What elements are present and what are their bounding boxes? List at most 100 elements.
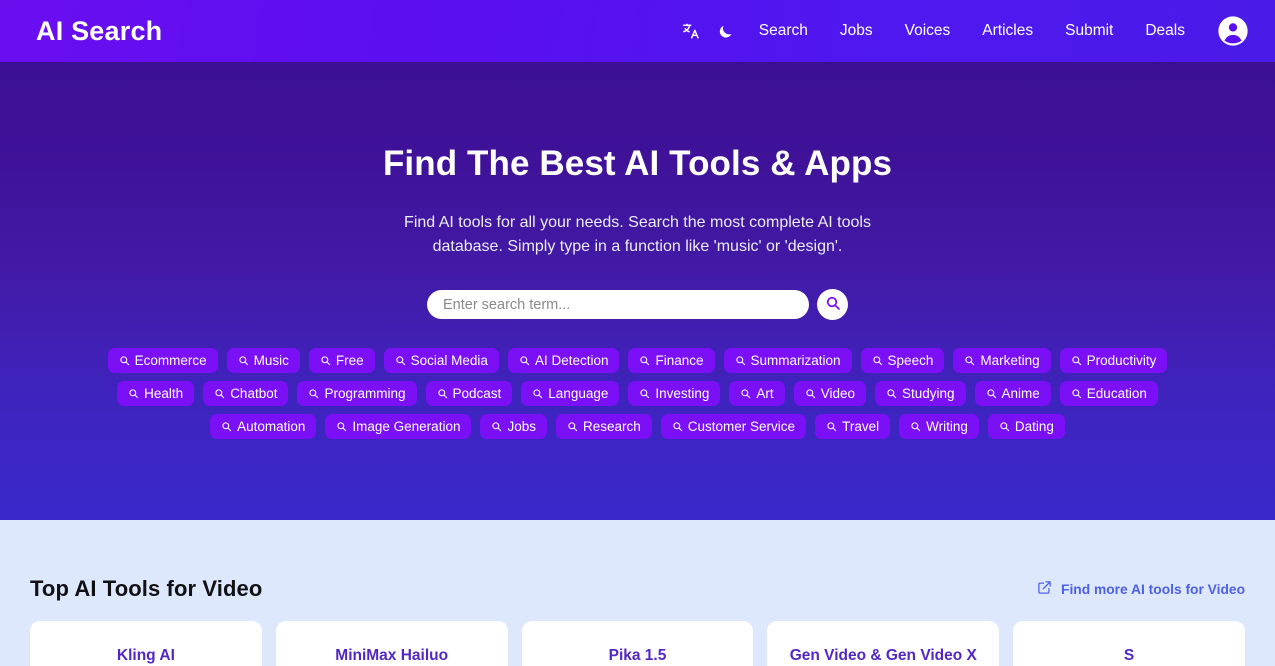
- category-tag-travel[interactable]: Travel: [815, 414, 891, 439]
- category-tag-ecommerce[interactable]: Ecommerce: [107, 348, 218, 373]
- category-tag-research[interactable]: Research: [556, 414, 652, 439]
- tool-card[interactable]: MiniMax Hailuo: [275, 621, 508, 666]
- category-tag-label: Education: [1086, 386, 1147, 401]
- category-tag-dating[interactable]: Dating: [987, 414, 1065, 439]
- category-tag-podcast[interactable]: Podcast: [425, 381, 513, 406]
- tool-card[interactable]: Kling AI: [30, 621, 262, 666]
- hero-subtitle: Find AI tools for all your needs. Search…: [404, 214, 871, 255]
- translate-icon[interactable]: [675, 14, 709, 48]
- account-circle-icon[interactable]: [1217, 15, 1249, 47]
- search-icon: [567, 421, 578, 432]
- category-tag-image-generation[interactable]: Image Generation: [325, 414, 472, 439]
- category-tag-music[interactable]: Music: [226, 348, 300, 373]
- top-tools-section: Top AI Tools for Video Find more AI tool…: [0, 520, 1275, 666]
- tool-card[interactable]: S: [1013, 621, 1245, 666]
- external-link-icon: [1037, 580, 1052, 598]
- section-header: Top AI Tools for Video Find more AI tool…: [30, 520, 1245, 602]
- category-tag-health[interactable]: Health: [117, 381, 195, 406]
- category-tag-studying[interactable]: Studying: [874, 381, 966, 406]
- search-icon: [825, 295, 841, 314]
- search-icon: [964, 355, 975, 366]
- search-icon: [1071, 388, 1082, 399]
- category-tag-customer-service[interactable]: Customer Service: [660, 414, 807, 439]
- category-tag-education[interactable]: Education: [1059, 381, 1158, 406]
- category-tag-jobs[interactable]: Jobs: [480, 414, 547, 439]
- category-tag-label: Writing: [926, 419, 968, 434]
- category-tag-video[interactable]: Video: [793, 381, 866, 406]
- category-tag-label: Anime: [1001, 386, 1040, 401]
- tool-card-title: S: [1123, 647, 1135, 664]
- category-tag-label: Travel: [842, 419, 880, 434]
- find-more-tools-link[interactable]: Find more AI tools for Video: [1037, 580, 1245, 598]
- search-icon: [336, 421, 347, 432]
- search-icon: [872, 355, 883, 366]
- category-tag-social-media[interactable]: Social Media: [383, 348, 499, 373]
- tool-card[interactable]: Pika 1.5: [521, 621, 754, 666]
- category-tag-label: Music: [253, 353, 289, 368]
- tool-card[interactable]: Gen Video & Gen Video X: [767, 621, 1000, 666]
- category-tag-label: Video: [820, 386, 855, 401]
- tool-card-title: Pika 1.5: [608, 647, 667, 664]
- search-icon: [320, 355, 331, 366]
- search-icon: [1071, 355, 1082, 366]
- category-tag-investing[interactable]: Investing: [628, 381, 721, 406]
- search-icon: [639, 355, 650, 366]
- hero-section: Find The Best AI Tools & Apps Find AI to…: [0, 62, 1275, 520]
- category-tag-writing[interactable]: Writing: [899, 414, 979, 439]
- category-tag-label: Jobs: [507, 419, 536, 434]
- category-tag-finance[interactable]: Finance: [628, 348, 715, 373]
- category-tag-row-3: Automation Image Generation Jobs Research Cu…: [210, 414, 1065, 439]
- nav-links-group: Search Jobs Voices Articles Submit Deals: [675, 14, 1249, 48]
- search-bar: [427, 289, 848, 320]
- site-logo[interactable]: AI Search: [36, 16, 162, 47]
- category-tag-marketing[interactable]: Marketing: [953, 348, 1051, 373]
- nav-link-submit[interactable]: Submit: [1049, 16, 1129, 46]
- category-tag-label: Programming: [324, 386, 406, 401]
- category-tag-chatbot[interactable]: Chatbot: [203, 381, 289, 406]
- search-icon: [221, 421, 232, 432]
- category-tag-ai-detection[interactable]: AI Detection: [507, 348, 620, 373]
- category-tag-label: Health: [144, 386, 184, 401]
- nav-link-voices[interactable]: Voices: [889, 16, 967, 46]
- search-icon: [735, 355, 746, 366]
- nav-link-articles[interactable]: Articles: [966, 16, 1049, 46]
- category-tag-label: Investing: [655, 386, 710, 401]
- section-title: Top AI Tools for Video: [30, 576, 263, 601]
- nav-link-search[interactable]: Search: [743, 16, 824, 46]
- category-tag-summarization[interactable]: Summarization: [723, 348, 852, 373]
- category-tag-label: Podcast: [452, 386, 502, 401]
- category-tag-free[interactable]: Free: [308, 348, 375, 373]
- search-icon: [238, 355, 249, 366]
- moon-icon[interactable]: [709, 14, 743, 48]
- nav-link-jobs[interactable]: Jobs: [824, 16, 889, 46]
- category-tag-label: Research: [583, 419, 641, 434]
- search-icon: [128, 388, 139, 399]
- category-tag-label: Free: [335, 353, 364, 368]
- category-tag-automation[interactable]: Automation: [210, 414, 317, 439]
- search-icon: [910, 421, 921, 432]
- search-icon: [491, 421, 502, 432]
- category-tag-label: Dating: [1014, 419, 1054, 434]
- search-input[interactable]: [427, 290, 809, 319]
- tool-card-title: Kling AI: [116, 647, 175, 664]
- search-icon: [119, 355, 130, 366]
- search-icon: [214, 388, 225, 399]
- category-tag-programming[interactable]: Programming: [297, 381, 417, 406]
- search-icon: [519, 355, 530, 366]
- category-tag-label: Language: [548, 386, 609, 401]
- category-tag-label: Ecommerce: [134, 353, 207, 368]
- category-tag-language[interactable]: Language: [521, 381, 620, 406]
- find-more-tools-label: Find more AI tools for Video: [1061, 581, 1245, 597]
- nav-link-deals[interactable]: Deals: [1129, 16, 1201, 46]
- tool-card-title: MiniMax Hailuo: [335, 647, 449, 664]
- search-icon: [532, 388, 543, 399]
- category-tag-anime[interactable]: Anime: [974, 381, 1051, 406]
- category-tag-speech[interactable]: Speech: [860, 348, 945, 373]
- category-tag-productivity[interactable]: Productivity: [1059, 348, 1168, 373]
- category-tag-row-1: Ecommerce Music Free Social Media AI Detecti…: [107, 348, 1168, 373]
- category-tag-label: Social Media: [410, 353, 488, 368]
- category-tag-art[interactable]: Art: [729, 381, 785, 406]
- search-icon: [999, 421, 1010, 432]
- category-tag-label: AI Detection: [534, 353, 609, 368]
- search-submit-button[interactable]: [817, 289, 848, 320]
